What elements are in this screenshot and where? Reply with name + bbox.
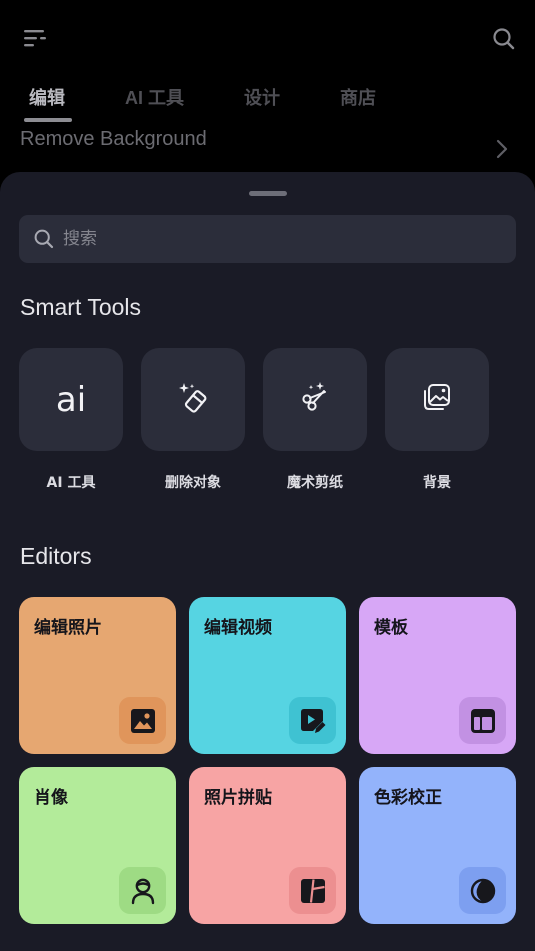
editor-card-label: 编辑视频 bbox=[204, 618, 272, 638]
editor-card-label: 编辑照片 bbox=[34, 618, 102, 638]
ai-icon: ai bbox=[55, 379, 87, 420]
search-icon[interactable] bbox=[491, 26, 517, 52]
editor-card-label: 照片拼贴 bbox=[204, 788, 272, 808]
remove-background-row[interactable]: Remove Background bbox=[20, 128, 515, 168]
editor-card-edit-photo[interactable]: 编辑照片 bbox=[19, 597, 176, 754]
editor-card-edit-video[interactable]: 编辑视频 bbox=[189, 597, 346, 754]
editor-card-label: 肖像 bbox=[34, 788, 68, 808]
search-icon bbox=[33, 228, 55, 250]
tool-magic-cutout-tile bbox=[263, 348, 367, 451]
tool-ai-tile: ai bbox=[19, 348, 123, 451]
tab-bar: 编辑 AI 工具 设计 商店 bbox=[0, 80, 535, 124]
editors-title: Editors bbox=[20, 543, 92, 569]
search-input[interactable] bbox=[63, 225, 483, 253]
remove-background-label: Remove Background bbox=[20, 128, 207, 150]
tool-magic-cutout-label: 魔术剪纸 bbox=[287, 475, 343, 491]
editor-card-color-correction[interactable]: 色彩校正 bbox=[359, 767, 516, 924]
editor-card-label: 色彩校正 bbox=[374, 788, 442, 808]
tab-design[interactable]: 设计 bbox=[244, 84, 280, 110]
scissors-sparkle-icon bbox=[297, 379, 333, 420]
editor-card-portrait[interactable]: 肖像 bbox=[19, 767, 176, 924]
tool-remove-object-label: 删除对象 bbox=[165, 475, 221, 491]
tool-background-tile bbox=[385, 348, 489, 451]
editor-card-templates[interactable]: 模板 bbox=[359, 597, 516, 754]
smart-tools-title: Smart Tools bbox=[20, 294, 142, 320]
tool-ai[interactable]: ai AI 工具 bbox=[19, 348, 123, 498]
search-field[interactable] bbox=[19, 215, 516, 263]
color-correction-icon bbox=[459, 867, 506, 914]
active-tab-indicator bbox=[24, 118, 72, 122]
template-icon bbox=[459, 697, 506, 744]
background-image-icon bbox=[420, 380, 454, 419]
chevron-right-icon bbox=[495, 138, 509, 160]
tool-remove-object[interactable]: 删除对象 bbox=[141, 348, 245, 498]
editor-card-label: 模板 bbox=[374, 618, 408, 638]
top-bar bbox=[0, 0, 535, 76]
tool-background[interactable]: 背景 bbox=[385, 348, 489, 498]
tool-remove-object-tile bbox=[141, 348, 245, 451]
sheet-drag-handle[interactable] bbox=[249, 191, 287, 196]
portrait-icon bbox=[119, 867, 166, 914]
eraser-sparkle-icon bbox=[175, 379, 211, 420]
tools-bottom-sheet: Smart Tools ai AI 工具 bbox=[0, 172, 535, 951]
tool-background-label: 背景 bbox=[423, 475, 451, 491]
editors-grid: 编辑照片 编辑视频 模板 肖像 照片拼贴 色彩校正 bbox=[19, 597, 516, 924]
smart-tools-row: ai AI 工具 删除对象 魔术剪纸 背景 bbox=[19, 348, 519, 498]
tab-store[interactable]: 商店 bbox=[340, 84, 376, 110]
tab-edit[interactable]: 编辑 bbox=[29, 84, 65, 110]
photo-icon bbox=[119, 697, 166, 744]
collage-icon bbox=[289, 867, 336, 914]
editor-card-collage[interactable]: 照片拼贴 bbox=[189, 767, 346, 924]
tab-ai-tools[interactable]: AI 工具 bbox=[125, 84, 184, 110]
app-screen: 编辑 AI 工具 设计 商店 Remove Background Smart T… bbox=[0, 0, 535, 951]
tool-ai-label: AI 工具 bbox=[46, 475, 96, 491]
menu-icon[interactable] bbox=[22, 26, 50, 50]
video-edit-icon bbox=[289, 697, 336, 744]
tool-magic-cutout[interactable]: 魔术剪纸 bbox=[263, 348, 367, 498]
